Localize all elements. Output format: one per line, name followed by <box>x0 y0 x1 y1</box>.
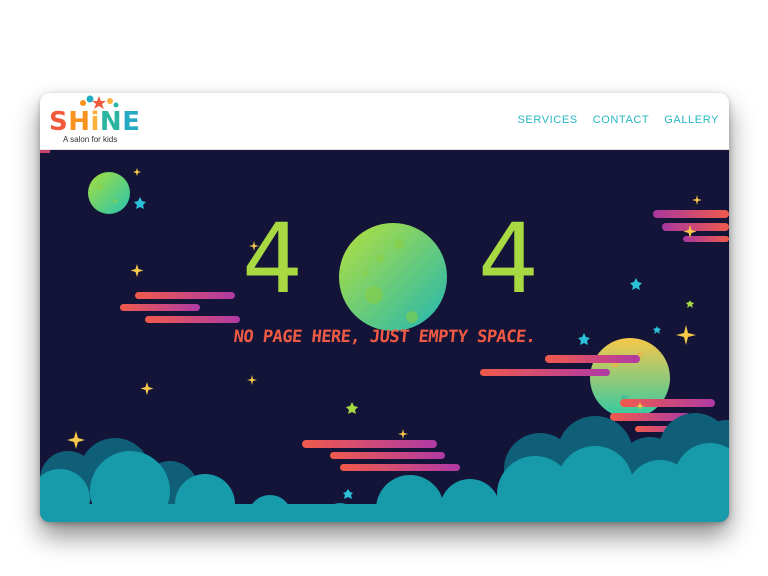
logo-letter: N <box>99 107 123 137</box>
streak-cloud <box>653 210 729 242</box>
logo-letter: S <box>49 107 69 137</box>
error-code-left-digit: 4 <box>242 203 304 315</box>
nav-contact[interactable]: CONTACT <box>593 114 650 126</box>
error-code-right-digit: 4 <box>478 203 540 315</box>
moon-icon <box>339 223 447 331</box>
site-header: SHiNE A salon for kids SERVICES CONTACT … <box>40 93 729 150</box>
streak-cloud <box>120 292 240 323</box>
error-message: NO PAGE HERE, JUST EMPTY SPACE. <box>232 327 537 347</box>
logo-letter: i <box>90 107 100 137</box>
streak-cloud <box>302 440 460 471</box>
nav-services[interactable]: SERVICES <box>517 114 577 126</box>
space-scene: 4 4 NO PAGE HERE, JUST EMPTY SPACE. <box>40 149 729 522</box>
logo-tagline: A salon for kids <box>63 135 118 144</box>
nav-gallery[interactable]: GALLERY <box>664 114 719 126</box>
main-nav: SERVICES CONTACT GALLERY <box>517 114 719 126</box>
logo[interactable]: SHiNE A salon for kids <box>49 93 149 149</box>
logo-letter: H <box>68 107 91 137</box>
logo-letter: E <box>122 107 141 137</box>
page-card: SHiNE A salon for kids SERVICES CONTACT … <box>40 93 729 522</box>
planet-icon <box>88 172 130 214</box>
logo-wordmark: SHiNE <box>49 107 140 137</box>
